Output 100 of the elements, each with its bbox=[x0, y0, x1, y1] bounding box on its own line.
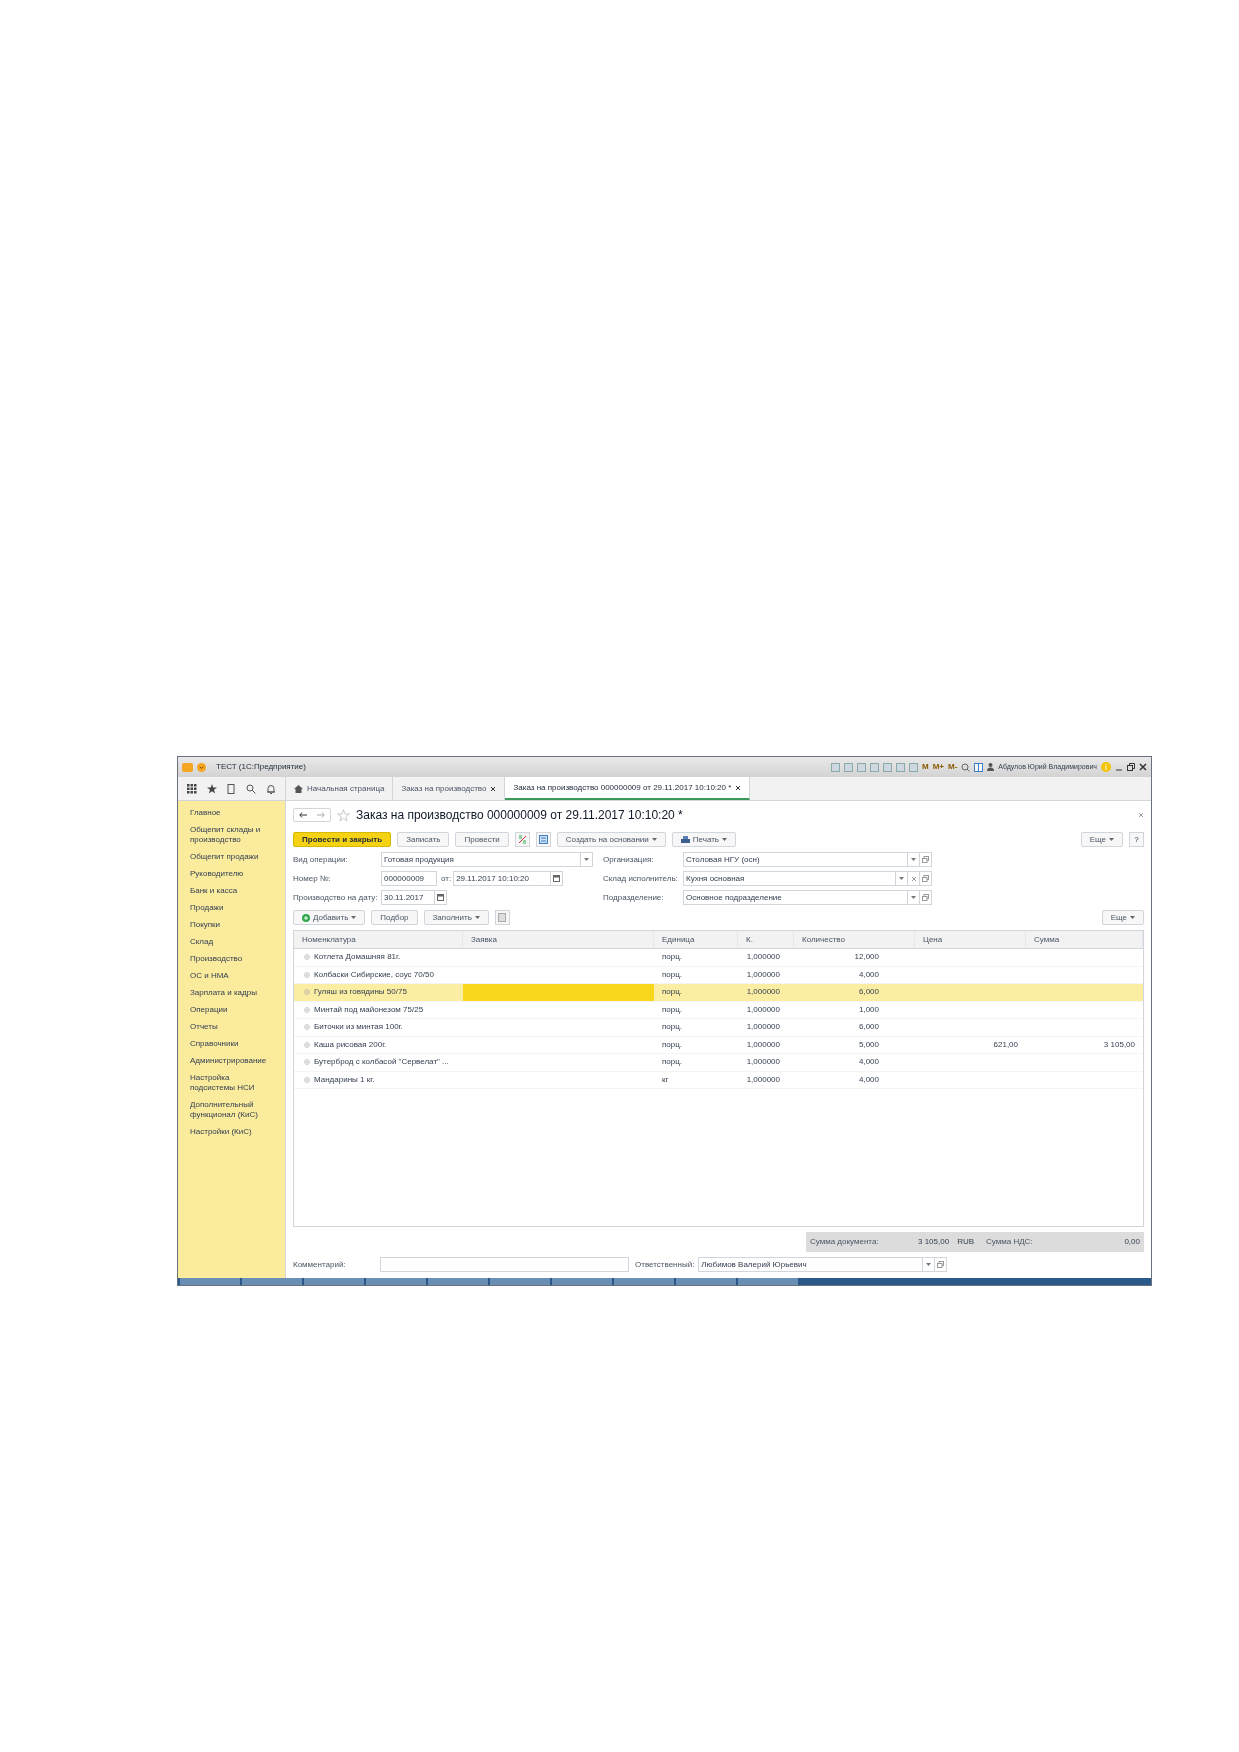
sidebar-item[interactable]: Общепит продажи bbox=[190, 852, 273, 862]
table-cell: 621,00 bbox=[993, 1038, 1018, 1051]
add-button[interactable]: Добавить bbox=[293, 910, 366, 925]
help-button[interactable]: ? bbox=[1129, 832, 1144, 847]
zoom-icon[interactable] bbox=[961, 762, 971, 772]
copy-icon[interactable] bbox=[494, 910, 510, 925]
table-cell: Мандарины 1 кг. bbox=[314, 1073, 375, 1086]
close-icon[interactable] bbox=[1139, 763, 1147, 771]
open-button[interactable] bbox=[919, 891, 931, 904]
field-label: Номер №: bbox=[293, 872, 332, 885]
field-label: Склад исполнитель: bbox=[603, 872, 679, 885]
table-row[interactable]: Гуляш из говядины 50/75 порц. 1,000000 6,000 bbox=[294, 984, 1143, 1002]
sidebar-item[interactable]: Настройки (КиС) bbox=[190, 1127, 273, 1137]
memory-button[interactable]: M bbox=[922, 761, 929, 773]
memory-button[interactable]: M+ bbox=[932, 761, 944, 773]
table-cell: 1,000000 bbox=[746, 968, 780, 981]
expand-icon[interactable] bbox=[304, 1024, 310, 1031]
open-button[interactable] bbox=[934, 1258, 947, 1271]
memory-button[interactable]: M- bbox=[948, 761, 958, 773]
input-field[interactable]: Столовая НГУ (осн) bbox=[683, 852, 932, 867]
sidebar-item[interactable]: Справочники bbox=[190, 1039, 273, 1049]
column-header[interactable]: Сумма bbox=[1026, 931, 1143, 948]
sidebar-item[interactable]: Покупки bbox=[190, 920, 273, 930]
expand-icon[interactable] bbox=[304, 1076, 310, 1083]
windows-icon bbox=[922, 875, 929, 882]
expand-icon[interactable] bbox=[304, 954, 310, 961]
input-field[interactable]: 000000009 bbox=[381, 871, 437, 886]
input-field[interactable]: Основное подразделение bbox=[683, 890, 932, 905]
open-button[interactable] bbox=[919, 853, 931, 866]
sidebar-item[interactable]: Администрирование bbox=[190, 1056, 273, 1066]
column-header[interactable]: Заявка bbox=[463, 931, 654, 948]
column-header[interactable]: Количество bbox=[794, 931, 915, 948]
calendar-button[interactable] bbox=[550, 872, 563, 885]
search-icon[interactable] bbox=[246, 783, 256, 794]
table-cell: 1,000000 bbox=[746, 986, 780, 999]
expand-icon[interactable] bbox=[304, 1041, 310, 1048]
print-button[interactable]: Печать bbox=[671, 832, 736, 847]
sidebar-item[interactable]: Отчеты bbox=[190, 1022, 273, 1032]
column-header[interactable]: Номенклатура bbox=[294, 931, 463, 948]
clear-button[interactable] bbox=[907, 872, 919, 885]
column-header[interactable]: Единица bbox=[654, 931, 738, 948]
toolbar-button[interactable]: Подбор bbox=[371, 910, 418, 925]
dropdown-button[interactable] bbox=[895, 872, 907, 885]
apps-grid-icon[interactable] bbox=[187, 783, 197, 794]
sidebar-item[interactable]: Общепит склады и производство bbox=[190, 825, 273, 845]
caret-icon bbox=[584, 858, 589, 861]
expand-icon[interactable] bbox=[304, 1059, 310, 1066]
calendar-button[interactable] bbox=[434, 891, 446, 904]
caret-icon bbox=[911, 858, 916, 861]
menu-button[interactable]: Еще bbox=[1080, 832, 1123, 847]
column-header[interactable]: К. bbox=[738, 931, 794, 948]
input-field[interactable]: Кухня основная bbox=[683, 871, 932, 886]
sidebar-item[interactable]: Руководителю bbox=[190, 869, 273, 879]
expand-icon[interactable] bbox=[304, 1006, 310, 1013]
comment-field[interactable] bbox=[380, 1257, 629, 1272]
toolbar-button[interactable]: Провести bbox=[455, 832, 509, 847]
history-icon[interactable] bbox=[227, 783, 236, 794]
sidebar-item[interactable]: Настройка подсистемы НСИ bbox=[190, 1073, 273, 1093]
field-label: Организация: bbox=[603, 853, 655, 866]
menu-button[interactable]: Заполнить bbox=[423, 910, 489, 925]
close-tab-icon[interactable] bbox=[490, 785, 497, 792]
sidebar-item[interactable]: Зарплата и кадры bbox=[190, 988, 273, 998]
sidebar-item[interactable]: Склад bbox=[190, 937, 273, 947]
open-button[interactable] bbox=[919, 872, 931, 885]
panel-icon[interactable] bbox=[974, 762, 984, 772]
sidebar-item[interactable]: Операции bbox=[190, 1005, 273, 1015]
dropdown-button[interactable] bbox=[907, 853, 919, 866]
column-header[interactable]: Цена bbox=[915, 931, 1026, 948]
sidebar-item[interactable]: Банк и касса bbox=[190, 886, 273, 896]
input-field[interactable]: 30.11.2017 bbox=[381, 890, 447, 905]
menu-button[interactable]: Еще bbox=[1101, 910, 1144, 925]
input-field[interactable]: Готовая продукция bbox=[381, 852, 593, 867]
star-icon[interactable] bbox=[207, 783, 217, 794]
home-icon bbox=[294, 784, 303, 793]
dropdown-button[interactable] bbox=[907, 891, 919, 904]
sidebar-item[interactable]: Продажи bbox=[190, 903, 273, 913]
post-and-close-button[interactable]: Провести и закрыть bbox=[293, 832, 392, 847]
dropdown-button[interactable] bbox=[580, 853, 592, 866]
dt-kt-icon[interactable] bbox=[514, 832, 530, 847]
sidebar-item[interactable]: ОС и НМА bbox=[190, 971, 273, 981]
sidebar-item[interactable]: Производство bbox=[190, 954, 273, 964]
tab[interactable]: Заказ на производство 000000009 от 29.11.2017 10:10:20 * bbox=[505, 777, 751, 800]
table-cell: порц. bbox=[662, 951, 683, 964]
table-cell: порц. bbox=[662, 968, 683, 981]
menu-button[interactable]: Создать на основании bbox=[556, 832, 666, 847]
app-logo-icon bbox=[182, 762, 193, 772]
expand-icon[interactable] bbox=[304, 971, 310, 978]
sidebar-item[interactable]: Главное bbox=[190, 808, 273, 818]
table-cell: 6,000 bbox=[858, 986, 879, 999]
close-tab-icon[interactable] bbox=[735, 784, 742, 791]
table-cell: 4,000 bbox=[858, 968, 879, 981]
input-field[interactable]: 29.11.2017 10:10:20 bbox=[453, 871, 564, 886]
structure-icon[interactable] bbox=[535, 832, 551, 847]
toolbar-button[interactable]: Записать bbox=[397, 832, 450, 847]
bell-icon[interactable] bbox=[266, 783, 276, 794]
star-outline-icon[interactable] bbox=[337, 808, 350, 822]
sidebar-item[interactable]: Дополнительный функционал (КиС) bbox=[190, 1100, 273, 1120]
menu-circle-icon[interactable] bbox=[197, 762, 206, 772]
restore-icon[interactable] bbox=[1127, 763, 1135, 771]
input-field[interactable]: Любимов Валерий Юрьевич bbox=[698, 1257, 948, 1272]
